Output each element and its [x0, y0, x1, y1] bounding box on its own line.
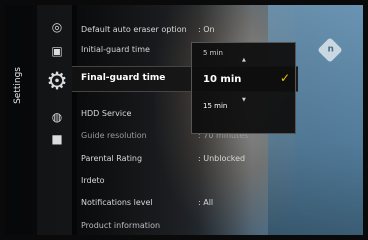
clock-icon[interactable]: ◎: [49, 19, 65, 35]
menu-item-label: Product information: [81, 221, 161, 230]
picker-option-below[interactable]: 15 min: [203, 102, 227, 110]
arrow-down-icon[interactable]: ▼: [242, 97, 246, 103]
picker-option-selected[interactable]: 10 min: [203, 74, 241, 85]
settings-side-title: Settings: [5, 5, 37, 235]
menu-item-notifications-level[interactable]: Notifications level : All: [81, 198, 213, 207]
menu-item-label: Irdeto: [81, 176, 105, 185]
checkmark-icon: ✓: [280, 71, 291, 85]
menu-item-label: Initial-guard time: [81, 45, 150, 54]
guard-time-picker[interactable]: 5 min ▲ 10 min ✓ ▼ 15 min: [191, 42, 296, 134]
menu-item-parental-rating[interactable]: Parental Rating : Unblocked: [81, 154, 245, 163]
settings-title: Settings: [13, 67, 23, 104]
menu-item-label: Default auto eraser option: [81, 25, 187, 34]
menu-item-initial-guard-time[interactable]: Initial-guard time: [81, 45, 150, 54]
menu-item-irdeto[interactable]: Irdeto: [81, 176, 105, 185]
menu-item-label: Notifications level: [81, 198, 153, 207]
arrow-up-icon[interactable]: ▲: [242, 57, 246, 63]
picker-option-above[interactable]: 5 min: [203, 49, 223, 57]
gear-icon[interactable]: ⚙: [43, 67, 71, 95]
record-icon[interactable]: ■: [49, 131, 65, 147]
menu-item-guide-resolution[interactable]: Guide resolution : 70 minutes: [81, 131, 248, 140]
menu-item-value: : All: [198, 198, 214, 207]
globe-icon[interactable]: ◍: [49, 109, 65, 125]
menu-item-default-auto-eraser[interactable]: Default auto eraser option : On: [81, 25, 215, 34]
menu-item-label: HDD Service: [81, 109, 132, 118]
menu-item-final-guard-time[interactable]: Final-guard time: [81, 73, 165, 83]
menu-item-label: Parental Rating: [81, 154, 143, 163]
menu-item-hdd-service[interactable]: HDD Service: [81, 109, 131, 118]
menu-item-label: Guide resolution: [81, 131, 147, 140]
tv-icon[interactable]: ▣: [49, 43, 65, 59]
menu-item-value: : Unblocked: [198, 154, 246, 163]
menu-item-product-information[interactable]: Product information: [81, 221, 160, 230]
brand-logo-text: n: [327, 44, 334, 55]
category-icon-column: ◎ ▣ ⚙ ◍ ■: [37, 5, 77, 235]
menu-item-value: : On: [198, 25, 215, 34]
